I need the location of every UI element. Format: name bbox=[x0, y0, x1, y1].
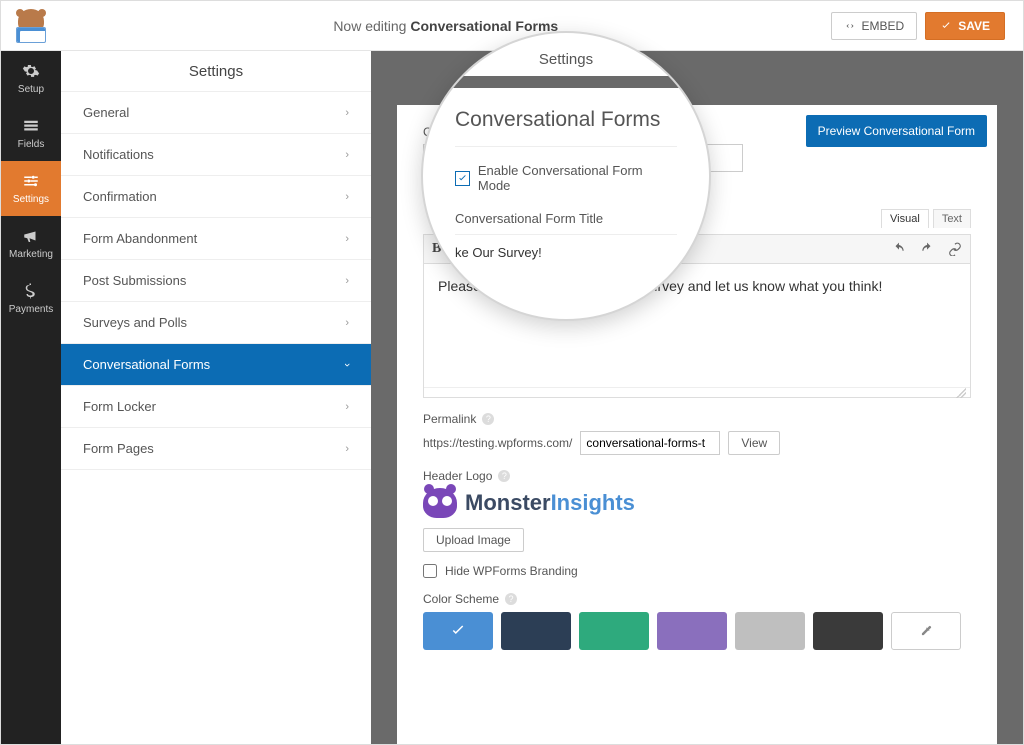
redo-icon[interactable] bbox=[920, 242, 934, 256]
chevron-down-icon: › bbox=[341, 363, 353, 367]
hide-branding-label: Hide WPForms Branding bbox=[445, 564, 578, 578]
chevron-right-icon: › bbox=[345, 317, 349, 329]
undo-icon[interactable] bbox=[892, 242, 906, 256]
sidebar-item-settings[interactable]: Settings bbox=[1, 161, 61, 216]
panel-item-notifications[interactable]: Notifications› bbox=[61, 134, 371, 176]
editor-tab-text[interactable]: Text bbox=[933, 209, 971, 228]
swatch-purple[interactable] bbox=[657, 612, 727, 650]
panel-item-form-pages[interactable]: Form Pages› bbox=[61, 428, 371, 470]
settings-subpanel: Settings General› Notifications› Confirm… bbox=[61, 51, 371, 744]
check-icon bbox=[449, 622, 467, 640]
swatch-black[interactable] bbox=[813, 612, 883, 650]
list-icon bbox=[22, 117, 40, 135]
sidebar-item-marketing[interactable]: Marketing bbox=[1, 216, 61, 271]
upload-image-button[interactable]: Upload Image bbox=[423, 528, 524, 552]
dropper-icon bbox=[919, 624, 933, 638]
hide-branding-checkbox[interactable] bbox=[423, 564, 437, 578]
check-icon bbox=[940, 20, 952, 32]
panel-item-surveys-polls[interactable]: Surveys and Polls› bbox=[61, 302, 371, 344]
mag-enable-label: Enable Conversational Form Mode bbox=[478, 163, 677, 193]
save-button[interactable]: SAVE bbox=[925, 12, 1005, 40]
megaphone-icon bbox=[22, 227, 40, 245]
help-icon[interactable]: ? bbox=[482, 413, 494, 425]
permalink-base: https://testing.wpforms.com/ bbox=[423, 436, 572, 450]
swatch-green[interactable] bbox=[579, 612, 649, 650]
icon-sidebar: Setup Fields Settings Marketing Payments bbox=[1, 51, 61, 744]
dollar-icon bbox=[22, 282, 40, 300]
sliders-icon bbox=[22, 172, 40, 190]
mag-subtitle-label: Conversational Form Title bbox=[455, 211, 677, 226]
chevron-right-icon: › bbox=[345, 149, 349, 161]
panel-item-post-submissions[interactable]: Post Submissions› bbox=[61, 260, 371, 302]
settings-panel-title: Settings bbox=[61, 51, 371, 91]
chevron-right-icon: › bbox=[345, 233, 349, 245]
permalink-label: Permalink bbox=[423, 412, 476, 426]
swatch-custom-picker[interactable] bbox=[891, 612, 961, 650]
permalink-slug-input[interactable] bbox=[580, 431, 720, 455]
header-logo-preview: MonsterInsights bbox=[423, 488, 971, 518]
header-logo-label: Header Logo bbox=[423, 469, 492, 483]
panel-item-confirmation[interactable]: Confirmation› bbox=[61, 176, 371, 218]
editor-tab-visual[interactable]: Visual bbox=[881, 209, 929, 228]
app-logo bbox=[1, 1, 61, 51]
panel-item-general[interactable]: General› bbox=[61, 92, 371, 134]
mag-settings-heading: Settings bbox=[429, 45, 703, 76]
now-editing-label: Now editing Conversational Forms bbox=[61, 18, 831, 34]
mag-survey-fragment: ke Our Survey! bbox=[455, 245, 677, 260]
view-button[interactable]: View bbox=[728, 431, 780, 455]
chevron-right-icon: › bbox=[345, 275, 349, 287]
help-icon[interactable]: ? bbox=[505, 593, 517, 605]
chevron-right-icon: › bbox=[345, 443, 349, 455]
embed-button[interactable]: EMBED bbox=[831, 12, 918, 40]
magnifier-overlay: Settings Conversational Forms Enable Con… bbox=[421, 31, 711, 321]
sidebar-item-setup[interactable]: Setup bbox=[1, 51, 61, 106]
panel-item-conversational-forms[interactable]: Conversational Forms› bbox=[61, 344, 371, 386]
gear-icon bbox=[22, 62, 40, 80]
mag-section-heading: Conversational Forms bbox=[455, 102, 677, 147]
color-scheme-label: Color Scheme bbox=[423, 592, 499, 606]
hide-branding-row[interactable]: Hide WPForms Branding bbox=[423, 564, 971, 578]
panel-item-form-locker[interactable]: Form Locker› bbox=[61, 386, 371, 428]
chevron-right-icon: › bbox=[345, 401, 349, 413]
swatch-navy[interactable] bbox=[501, 612, 571, 650]
link-icon[interactable] bbox=[948, 242, 962, 256]
code-icon bbox=[844, 20, 856, 32]
help-icon[interactable]: ? bbox=[498, 470, 510, 482]
monsterinsights-icon bbox=[423, 488, 457, 518]
mag-enable-row[interactable]: Enable Conversational Form Mode bbox=[455, 163, 677, 193]
swatch-blue[interactable] bbox=[423, 612, 493, 650]
chevron-right-icon: › bbox=[345, 107, 349, 119]
preview-form-button[interactable]: Preview Conversational Form bbox=[806, 115, 987, 147]
panel-item-form-abandonment[interactable]: Form Abandonment› bbox=[61, 218, 371, 260]
swatch-gray[interactable] bbox=[735, 612, 805, 650]
checkbox-checked-icon bbox=[455, 171, 470, 186]
color-swatches bbox=[423, 612, 971, 650]
sidebar-item-payments[interactable]: Payments bbox=[1, 271, 61, 326]
editor-resize-handle[interactable] bbox=[424, 387, 970, 397]
chevron-right-icon: › bbox=[345, 191, 349, 203]
sidebar-item-fields[interactable]: Fields bbox=[1, 106, 61, 161]
